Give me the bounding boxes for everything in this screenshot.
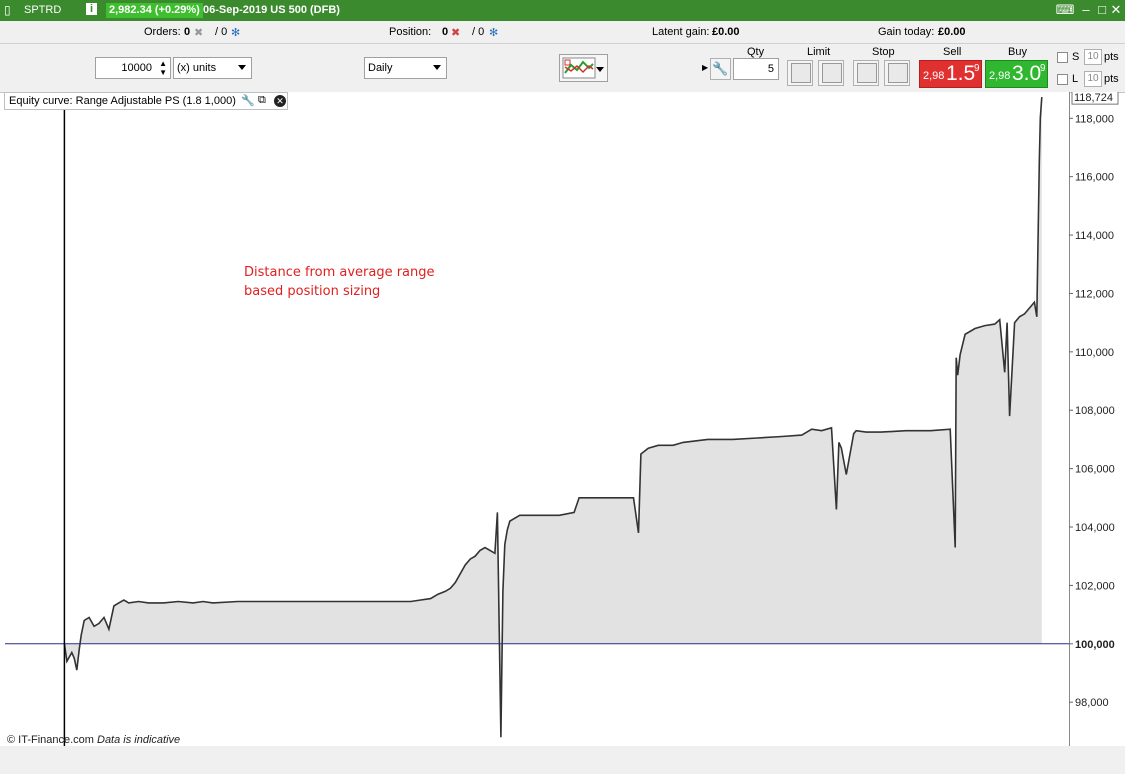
buy-button[interactable]: 2,98 3.0 9 — [985, 60, 1048, 88]
position-settings-icon[interactable]: ✻ — [489, 26, 498, 39]
units-select[interactable]: (x) units — [173, 57, 252, 79]
popout-icon[interactable]: ⧉ — [258, 94, 266, 107]
chart-data-note: Data is indicative — [97, 734, 180, 746]
y-tick-label: 112,000 — [1075, 288, 1114, 300]
time-axis-bar — [0, 746, 1125, 774]
latent-gain-value: £0.00 — [712, 26, 740, 38]
stop-buy-button[interactable] — [853, 60, 879, 86]
buy-label: Buy — [1008, 46, 1027, 58]
position-summary-bar: Orders: 0 ✖ / 0 ✻ Position: 0 ✖ / 0 ✻ La… — [0, 21, 1125, 44]
y-tick-label: 100,000 — [1075, 639, 1115, 651]
equity-chart[interactable]: 98,000 100,000 102,000 104,000 106,000 108,00… — [0, 92, 1125, 774]
stepper-icon[interactable]: ▲ ▼ — [159, 59, 167, 77]
limit-sell-icon — [822, 63, 842, 83]
limit-pts-label: pts — [1104, 73, 1119, 85]
info-icon[interactable]: i — [86, 3, 97, 15]
minimize-icon[interactable]: – — [1078, 2, 1094, 18]
chevron-down-icon — [238, 65, 246, 70]
current-value-label: 118,724 — [1074, 92, 1113, 104]
y-tick-label: 106,000 — [1075, 464, 1115, 476]
close-chart-icon[interactable]: ✕ — [274, 95, 286, 107]
qty-value: 5 — [767, 63, 774, 75]
latent-gain-label: Latent gain: — [652, 26, 710, 38]
limit-label: Limit — [807, 46, 831, 58]
timeframe-select-value: Daily — [368, 62, 393, 74]
position-size-value: 10000 — [121, 62, 152, 74]
y-tick-label: 102,000 — [1075, 580, 1115, 592]
buy-price-small: 2,98 — [989, 70, 1011, 82]
expand-arrow-icon[interactable]: ▶ — [702, 63, 708, 72]
limit-buy-icon — [791, 63, 811, 83]
orders-settings-icon[interactable]: ✻ — [231, 26, 240, 39]
y-tick-label: 98,000 — [1075, 697, 1109, 709]
units-select-value: (x) units — [177, 62, 217, 74]
y-tick-label: 108,000 — [1075, 405, 1115, 417]
chart-annotation-line1: Distance from average range — [244, 265, 435, 280]
chart-title: Equity curve: Range Adjustable PS (1.8 1… — [9, 95, 236, 107]
stop-checkbox[interactable] — [1057, 52, 1068, 63]
chart-annotation-line2: based position sizing — [244, 284, 380, 299]
sell-price-small: 2,98 — [923, 70, 945, 82]
chart-indicator-icon — [562, 57, 596, 79]
chart-source-label: © IT-Finance.com — [7, 734, 94, 746]
qty-label: Qty — [747, 46, 765, 58]
stop-checkbox-label: S — [1072, 51, 1080, 63]
position-total: / 0 — [472, 26, 485, 38]
chevron-down-icon — [433, 65, 441, 70]
gain-today-value: £0.00 — [938, 26, 966, 38]
stop-pts-label: pts — [1104, 51, 1119, 63]
y-tick-label: 118,000 — [1075, 113, 1114, 125]
orders-total: / 0 — [215, 26, 228, 38]
limit-sell-button[interactable] — [818, 60, 844, 86]
limit-buy-button[interactable] — [787, 60, 813, 86]
stop-sell-icon — [888, 63, 908, 83]
position-close-icon[interactable]: ✖ — [451, 26, 460, 39]
sell-label: Sell — [943, 46, 962, 58]
orders-cancel-icon[interactable]: ✖ — [194, 26, 203, 39]
sell-button[interactable]: 2,98 1.5 9 — [919, 60, 982, 88]
orders-label: Orders: — [144, 26, 181, 38]
position-size-input[interactable]: 10000 ▲ ▼ — [95, 57, 171, 79]
candlestick-icon: ▯ — [4, 3, 11, 17]
timeframe-select[interactable]: Daily — [364, 57, 447, 79]
wrench-icon[interactable]: 🔧 — [241, 94, 255, 107]
instrument-label: 06-Sep-2019 US 500 (DFB) — [203, 4, 340, 16]
indicators-button[interactable] — [559, 54, 608, 82]
title-bar: ▯ SPTRD i 2,982.34 (+0.29%) 06-Sep-2019 … — [0, 0, 1125, 21]
sell-price-big: 1.5 — [946, 62, 976, 85]
position-value: 0 — [442, 26, 449, 38]
y-tick-label: 116,000 — [1075, 172, 1114, 184]
chart-legend-label: Equity curve: Range Adjustable PS (1.8 1… — [4, 92, 288, 110]
keyboard-icon[interactable]: ⌨ — [1055, 2, 1075, 18]
buy-price-sup: 9 — [1040, 63, 1046, 74]
buy-price-big: 3.0 — [1012, 62, 1042, 85]
stop-label: Stop — [872, 46, 895, 58]
y-tick-label: 104,000 — [1075, 522, 1115, 534]
stop-buy-icon — [857, 63, 877, 83]
stop-sell-button[interactable] — [884, 60, 910, 86]
y-tick-label: 110,000 — [1075, 347, 1114, 359]
sell-price-sup: 9 — [974, 63, 980, 74]
orders-value: 0 — [184, 26, 191, 38]
limit-checkbox[interactable] — [1057, 74, 1068, 85]
position-label: Position: — [389, 26, 432, 38]
wrench-button[interactable]: 🔧 — [710, 58, 731, 80]
symbol-label: SPTRD — [24, 4, 62, 16]
qty-input[interactable]: 5 — [733, 58, 779, 80]
plot-background — [5, 92, 1069, 746]
gain-today-label: Gain today: — [878, 26, 935, 38]
stop-points-input[interactable]: 10 — [1084, 49, 1102, 65]
chevron-down-icon — [596, 67, 604, 72]
y-tick-label: 114,000 — [1075, 230, 1114, 242]
price-change-badge: 2,982.34 (+0.29%) — [106, 3, 203, 18]
close-icon[interactable]: ✕ — [1108, 2, 1124, 18]
limit-checkbox-label: L — [1072, 73, 1079, 85]
limit-points-input[interactable]: 10 — [1084, 71, 1102, 87]
